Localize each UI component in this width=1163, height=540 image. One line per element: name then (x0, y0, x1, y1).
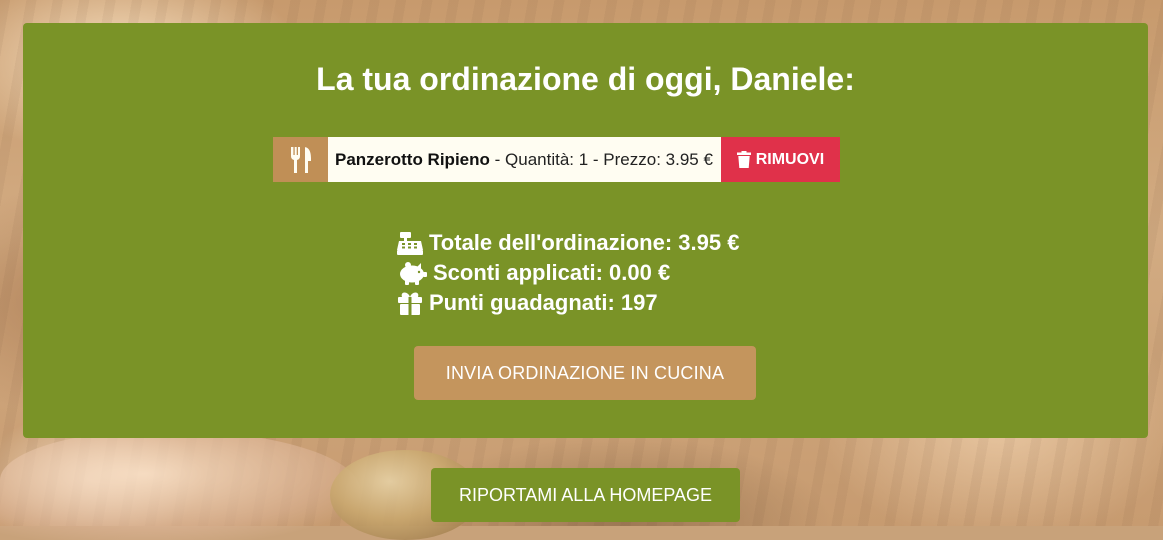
order-item-details: - Quantità: 1 - Prezzo: 3.95 € (489, 149, 713, 169)
summary-discounts-text: Sconti applicati: 0.00 € (433, 260, 671, 285)
order-panel: La tua ordinazione di oggi, Daniele: Pan… (23, 23, 1148, 438)
back-to-homepage-button[interactable]: RIPORTAMI ALLA HOMEPAGE (431, 468, 740, 522)
gift-icon (398, 292, 422, 315)
summary-points: Punti guadagnati: 197 (397, 288, 739, 318)
send-order-button[interactable]: INVIA ORDINAZIONE IN CUCINA (414, 346, 756, 400)
utensils-icon (273, 137, 328, 182)
summary-total: Totale dell'ordinazione: 3.95 € (397, 228, 739, 258)
summary-points-text: Punti guadagnati: 197 (429, 290, 658, 315)
page-title: La tua ordinazione di oggi, Daniele: (316, 61, 855, 97)
order-item: Panzerotto Ripieno - Quantità: 1 - Prezz… (273, 137, 840, 182)
summary-discounts: Sconti applicati: 0.00 € (397, 258, 739, 288)
piggy-bank-icon (400, 262, 427, 285)
summary-total-text: Totale dell'ordinazione: 3.95 € (429, 230, 740, 255)
order-summary: Totale dell'ordinazione: 3.95 € Sconti a… (397, 228, 739, 318)
order-item-description: Panzerotto Ripieno - Quantità: 1 - Prezz… (328, 137, 721, 182)
trash-icon (736, 151, 751, 168)
cash-register-icon (397, 232, 423, 255)
remove-item-button[interactable]: RIMUOVI (720, 137, 840, 182)
order-item-name: Panzerotto Ripieno (335, 149, 490, 169)
remove-item-label: RIMUOVI (755, 150, 825, 168)
